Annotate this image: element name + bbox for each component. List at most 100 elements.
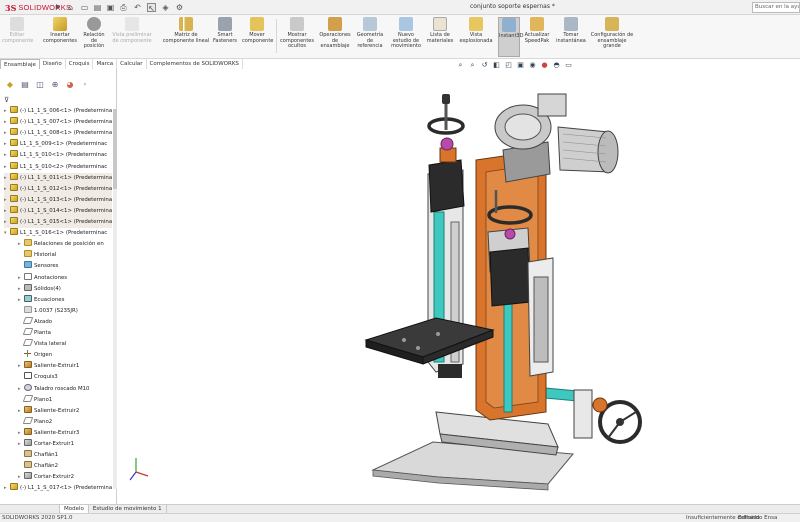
tab-modelo[interactable]: Modelo — [60, 505, 89, 513]
display-manager-icon[interactable]: ◕ — [64, 79, 76, 91]
tree-component[interactable]: ▸ (-) L1_1_S_007<1> (Predetermina — [4, 117, 112, 128]
tree-feature[interactable]: Origen — [18, 350, 112, 361]
tree-feature[interactable]: ▸ Saliente-Extruir3 — [18, 427, 112, 439]
expand-toggle-icon[interactable]: ▸ — [4, 195, 9, 206]
ribbon-button-matriz-lineal[interactable]: Matriz de componente lineal — [162, 17, 210, 57]
tree-component[interactable]: ▸ (-) L1_1_S_015<1> (Predetermina — [4, 217, 112, 228]
ribbon-button-editar-componente[interactable]: Editar componente — [2, 17, 33, 57]
feature-tree-icon[interactable]: ◆ — [4, 79, 16, 91]
help-search-input[interactable]: Buscar en la ayuda — [752, 2, 800, 13]
tree-component[interactable]: ▸ L1_1_S_010<1> (Predeterminac — [4, 150, 112, 161]
expand-toggle-icon[interactable]: ▸ — [4, 483, 9, 494]
zoom-to-fit-icon[interactable]: ⌕ — [456, 61, 465, 70]
zoom-area-icon[interactable]: ⌕ — [468, 61, 477, 70]
open-file-icon[interactable]: ▤ — [93, 3, 102, 12]
expand-toggle-icon[interactable]: ▸ — [4, 139, 9, 150]
property-manager-icon[interactable]: ▤ — [19, 79, 31, 91]
tree-feature[interactable]: ▸ Saliente-Extruir2 — [18, 405, 112, 417]
ribbon-button-instant3d[interactable]: Instant3D — [498, 17, 523, 57]
hide-show-icon[interactable]: ◉ — [528, 61, 537, 70]
dimxpert-icon[interactable]: ⊕ — [49, 79, 61, 91]
tree-feature[interactable]: ▸ Taladro roscado M10 — [18, 383, 112, 395]
tree-feature[interactable]: Vista lateral — [18, 339, 112, 350]
tree-component[interactable]: ▸ L1_1_S_010<2> (Predeterminac — [4, 161, 112, 173]
ribbon-button-lista-materiales[interactable]: Lista de materiales — [426, 17, 454, 57]
expand-toggle-icon[interactable]: ▸ — [4, 184, 9, 195]
ribbon-button-operaciones-ensamblaje[interactable]: Operaciones de ensamblaje — [318, 17, 352, 57]
tree-feature[interactable]: ▸ Saliente-Extruir1 — [18, 361, 112, 372]
tree-feature[interactable]: Plano1 — [18, 394, 112, 406]
tree-feature[interactable]: Planta — [18, 328, 112, 339]
undo-icon[interactable]: ↶ — [133, 3, 142, 12]
tree-feature[interactable]: ▸ Cortar-Extruir1 — [18, 439, 112, 450]
tree-component[interactable]: ▸ (-) L1_1_S_008<1> (Predetermina — [4, 128, 112, 139]
tree-feature[interactable]: ▸ Relaciones de posición en — [18, 239, 112, 250]
expand-toggle-icon[interactable]: ▸ — [4, 106, 9, 117]
expand-toggle-icon[interactable]: ▸ — [18, 384, 23, 395]
tree-component[interactable]: ▸ (-) L1_1_S_013<1> (Predetermina — [4, 194, 112, 206]
select-icon[interactable]: ↖ — [147, 3, 156, 13]
ribbon-button-insertar-componentes[interactable]: Insertar componentes — [42, 17, 78, 57]
expand-toggle-icon[interactable]: ▸ — [4, 173, 9, 184]
tab-navigation-arrows[interactable] — [0, 505, 60, 513]
ribbon-button-instantanea[interactable]: Tomar instantánea — [556, 17, 586, 57]
ribbon-button-relacion-posicion[interactable]: Relación de posición — [80, 17, 108, 57]
ribbon-button-vista-previa[interactable]: Vista preliminar de componente — [110, 17, 154, 57]
expand-toggle-icon[interactable]: ▸ — [18, 439, 23, 450]
appearance-icon[interactable]: ● — [540, 61, 549, 70]
tree-component[interactable]: ▸ (-) L1_1_S_006<1> (Predetermina — [4, 106, 112, 117]
section-view-icon[interactable]: ◧ — [492, 61, 501, 70]
panel-expand-icon[interactable]: › — [79, 79, 91, 91]
ribbon-button-geometria-referencia[interactable]: Geometría de referencia — [354, 17, 386, 57]
tab-calcular[interactable]: Calcular — [117, 59, 147, 69]
tree-component[interactable]: ▸ L1_1_S_009<1> (Predeterminac — [4, 139, 112, 150]
ribbon-button-vista-explosionada[interactable]: Vista explosionada — [458, 17, 494, 57]
ribbon-button-mostrar-ocultos[interactable]: Mostrar componentes ocultos — [280, 17, 314, 57]
tree-feature[interactable]: Chaflán2 — [18, 461, 112, 472]
tree-component[interactable]: ▸ (-) L1_1_S_012<1> (Predetermina — [4, 183, 112, 195]
expand-toggle-icon[interactable]: ▸ — [18, 428, 23, 439]
expand-toggle-icon[interactable]: ▾ — [4, 228, 9, 239]
tab-ensamblaje[interactable]: Ensamblaje — [0, 59, 40, 69]
tree-feature[interactable]: Alzado — [18, 316, 112, 328]
expand-toggle-icon[interactable]: ▸ — [18, 472, 23, 483]
tree-feature[interactable]: Chaflán1 — [18, 450, 112, 461]
rebuild-icon[interactable]: ◈ — [161, 3, 170, 12]
tree-feature[interactable]: Sensores — [18, 261, 112, 272]
tab-marca[interactable]: Marca — [93, 59, 118, 69]
expand-toggle-icon[interactable]: ▸ — [4, 128, 9, 139]
filter-icon[interactable]: ⊽ — [4, 96, 9, 104]
ribbon-button-speedpak[interactable]: Actualizar SpeedPak — [522, 17, 552, 57]
options-gear-icon[interactable]: ⚙ — [175, 3, 184, 12]
tree-feature[interactable]: 1.0037 (S235JR) — [18, 305, 112, 317]
menu-expand-icon[interactable] — [56, 4, 60, 10]
solidworks-logo[interactable]: 3S SOLIDWORKS — [5, 2, 71, 13]
graphics-area[interactable] — [118, 72, 800, 504]
expand-toggle-icon[interactable]: ▸ — [18, 239, 23, 250]
view-settings-icon[interactable]: ▭ — [564, 61, 573, 70]
expand-toggle-icon[interactable]: ▸ — [4, 150, 9, 161]
tab-estudio-movimiento[interactable]: Estudio de movimiento 1 — [89, 505, 167, 513]
view-orientation-icon[interactable]: ◰ — [504, 61, 513, 70]
expand-toggle-icon[interactable]: ▸ — [4, 217, 9, 228]
expand-toggle-icon[interactable]: ▸ — [18, 295, 23, 306]
new-document-icon[interactable]: ▭ — [80, 3, 89, 12]
tree-feature[interactable]: ▸ Sólidos(4) — [18, 283, 112, 295]
tab-complementos[interactable]: Complementos de SOLIDWORKS — [147, 59, 243, 69]
tree-feature[interactable]: ▸ Ecuaciones — [18, 294, 112, 306]
expand-toggle-icon[interactable]: ▸ — [18, 361, 23, 372]
expand-toggle-icon[interactable]: ▸ — [4, 162, 9, 173]
scrollbar-thumb[interactable] — [113, 109, 117, 189]
expand-toggle-icon[interactable]: ▸ — [18, 406, 23, 417]
tree-feature[interactable]: Historial — [18, 250, 112, 261]
tab-diseno[interactable]: Diseño — [40, 59, 66, 69]
tree-component[interactable]: ▸ (-) L1_1_S_014<1> (Predetermina — [4, 205, 112, 217]
configuration-manager-icon[interactable]: ◫ — [34, 79, 46, 91]
expand-toggle-icon[interactable]: ▸ — [18, 273, 23, 284]
save-icon[interactable]: ▣ — [106, 3, 115, 12]
tree-component[interactable]: ▾ L1_1_S_016<1> (Predeterminac — [4, 228, 112, 239]
tab-croquis[interactable]: Croquis — [66, 59, 94, 69]
tree-feature[interactable]: Plano2 — [18, 416, 112, 428]
ribbon-button-configuracion-grande[interactable]: Configuración de ensamblaje grande — [590, 17, 634, 57]
expand-toggle-icon[interactable]: ▸ — [4, 206, 9, 217]
